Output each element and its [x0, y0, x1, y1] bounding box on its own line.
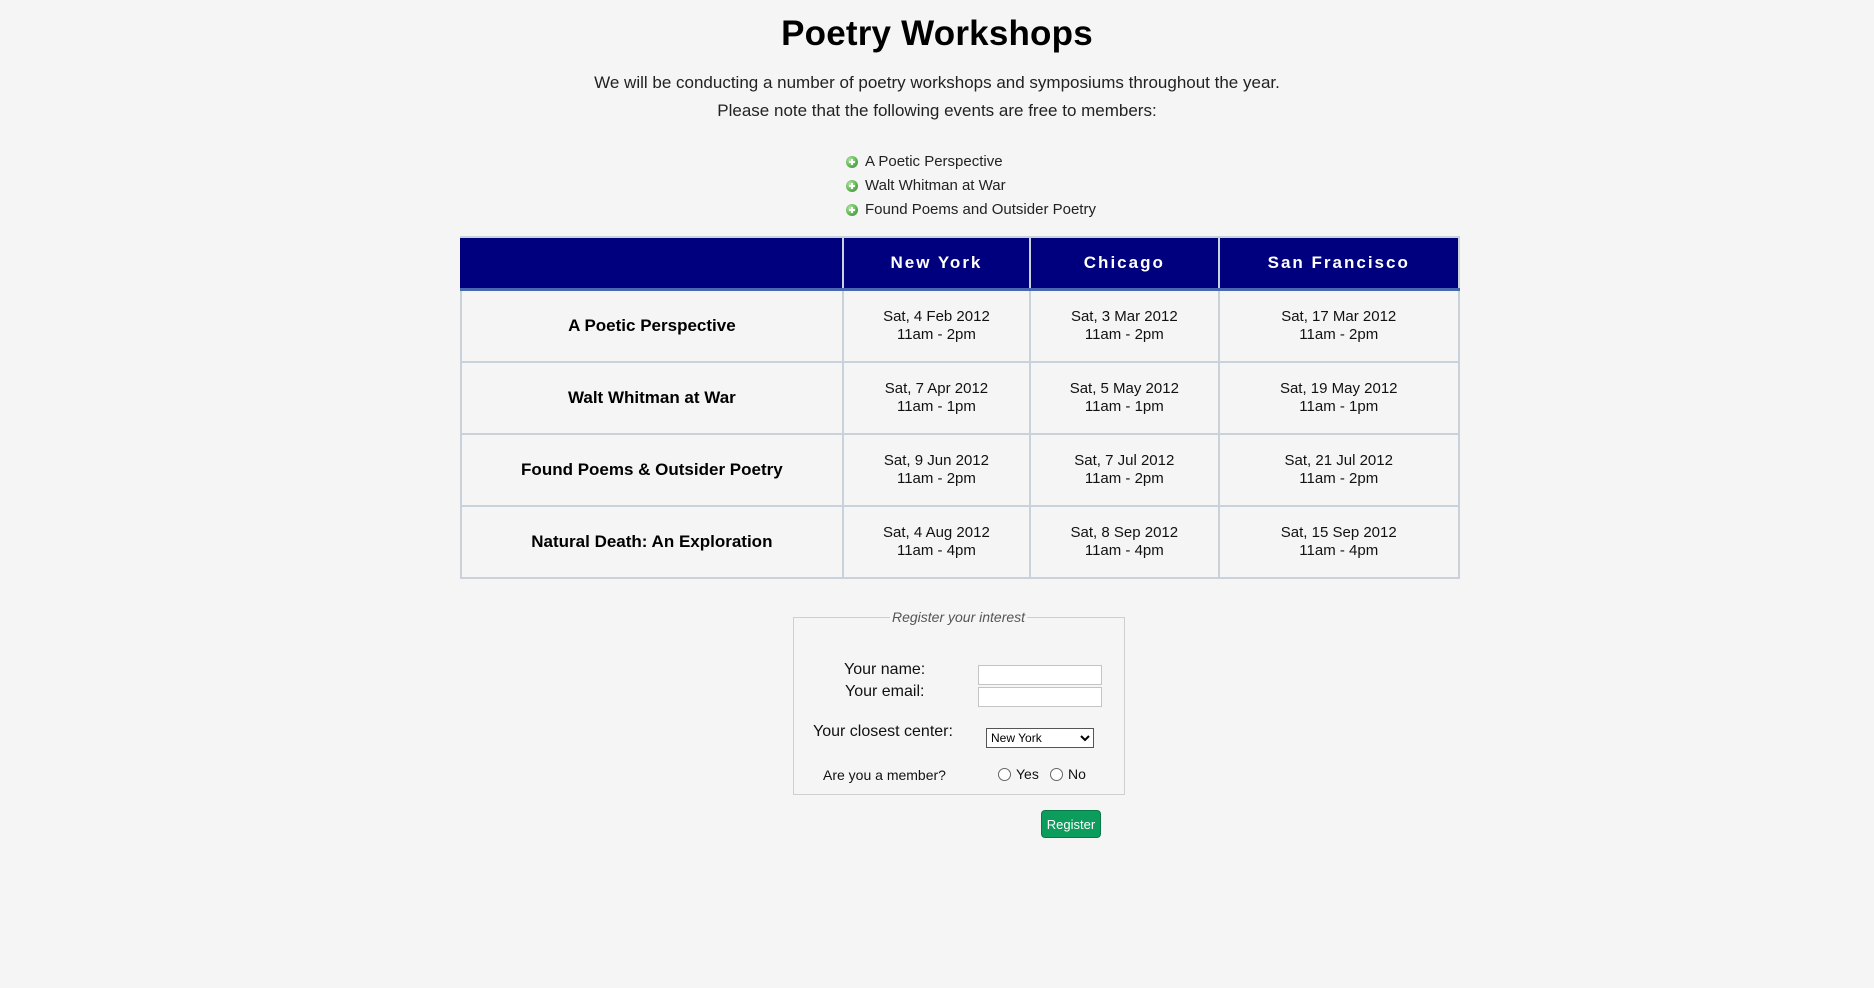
session-date: Sat, 5 May 2012 [1069, 380, 1179, 397]
table-row: Natural Death: An Exploration Sat, 4 Aug… [460, 505, 1460, 579]
session-time: 11am - 4pm [1084, 542, 1164, 559]
name-field[interactable] [978, 665, 1102, 685]
event-name-cell: Found Poems & Outsider Poetry [460, 433, 844, 507]
session-date: Sat, 9 Jun 2012 [883, 452, 989, 469]
free-events-list: A Poetic Perspective Walt Whitman at War… [846, 150, 1096, 222]
session-date: Sat, 4 Feb 2012 [883, 308, 990, 325]
center-label: Your closest center: [813, 723, 953, 740]
email-label: Your email: [845, 683, 925, 700]
header-san-francisco: San Francisco [1217, 236, 1460, 291]
event-name-cell: A Poetic Perspective [460, 288, 844, 363]
session-time: 11am - 1pm [1084, 398, 1164, 415]
green-plus-bullet-icon [846, 204, 858, 216]
session-time: 11am - 4pm [896, 542, 976, 559]
list-item: A Poetic Perspective [846, 150, 1096, 174]
event-name-cell: Walt Whitman at War [460, 361, 844, 435]
page: Poetry Workshops We will be conducting a… [0, 0, 1874, 988]
session-cell-chicago: Sat, 5 May 2012 11am - 1pm [1029, 361, 1220, 435]
session-date: Sat, 17 Mar 2012 [1281, 308, 1397, 325]
session-cell-chicago: Sat, 3 Mar 2012 11am - 2pm [1029, 288, 1220, 363]
page-title: Poetry Workshops [781, 14, 1093, 53]
green-plus-bullet-icon [846, 156, 858, 168]
header-chicago: Chicago [1029, 236, 1220, 291]
session-date: Sat, 4 Aug 2012 [883, 524, 990, 541]
table-header-row: New York Chicago San Francisco [460, 236, 1460, 291]
session-cell-new-york: Sat, 7 Apr 2012 11am - 1pm [841, 361, 1032, 435]
member-label: Are you a member? [823, 767, 946, 783]
table-row: A Poetic Perspective Sat, 4 Feb 2012 11am… [460, 288, 1460, 363]
session-cell-new-york: Sat, 4 Feb 2012 11am - 2pm [841, 288, 1032, 363]
session-cell-san-francisco: Sat, 21 Jul 2012 11am - 2pm [1217, 433, 1460, 507]
session-time: 11am - 4pm [1299, 542, 1379, 559]
session-cell-new-york: Sat, 4 Aug 2012 11am - 4pm [841, 505, 1032, 579]
session-cell-new-york: Sat, 9 Jun 2012 11am - 2pm [841, 433, 1032, 507]
member-no-label: No [1068, 766, 1086, 782]
list-item: Walt Whitman at War [846, 174, 1096, 198]
table-row: Walt Whitman at War Sat, 7 Apr 2012 11am … [460, 361, 1460, 435]
session-time: 11am - 1pm [896, 398, 976, 415]
workshop-schedule-table: New York Chicago San Francisco A Poetic … [460, 236, 1460, 579]
session-time: 11am - 2pm [896, 470, 976, 487]
free-event-label: Walt Whitman at War [865, 177, 1006, 194]
member-yes-label: Yes [1016, 766, 1039, 782]
session-time: 11am - 2pm [1299, 470, 1379, 487]
session-time: 11am - 2pm [1299, 326, 1379, 343]
session-date: Sat, 7 Apr 2012 [884, 380, 989, 397]
free-event-label: Found Poems and Outsider Poetry [865, 201, 1096, 218]
session-cell-chicago: Sat, 7 Jul 2012 11am - 2pm [1029, 433, 1220, 507]
member-no-option[interactable]: No [1050, 766, 1086, 782]
list-item: Found Poems and Outsider Poetry [846, 198, 1096, 222]
center-select[interactable]: New York [986, 728, 1094, 748]
session-date: Sat, 3 Mar 2012 [1070, 308, 1178, 325]
session-cell-san-francisco: Sat, 15 Sep 2012 11am - 4pm [1217, 505, 1460, 579]
session-time: 11am - 2pm [1084, 470, 1164, 487]
session-cell-san-francisco: Sat, 19 May 2012 11am - 1pm [1217, 361, 1460, 435]
session-time: 11am - 2pm [896, 326, 976, 343]
register-interest-fieldset: Register your interest Your name: Your e… [793, 609, 1125, 795]
fieldset-legend: Register your interest [892, 609, 1026, 625]
header-new-york: New York [841, 236, 1032, 291]
session-time: 11am - 1pm [1299, 398, 1379, 415]
member-yes-radio[interactable] [998, 767, 1011, 781]
name-label: Your name: [844, 661, 926, 678]
intro-text-line-2: Please note that the following events ar… [717, 101, 1157, 120]
session-date: Sat, 7 Jul 2012 [1074, 452, 1175, 469]
header-corner-cell [460, 236, 844, 291]
green-plus-bullet-icon [846, 180, 858, 192]
session-cell-chicago: Sat, 8 Sep 2012 11am - 4pm [1029, 505, 1220, 579]
free-event-label: A Poetic Perspective [865, 153, 1003, 170]
session-date: Sat, 15 Sep 2012 [1280, 524, 1397, 541]
table-row: Found Poems & Outsider Poetry Sat, 9 Jun… [460, 433, 1460, 507]
session-date: Sat, 21 Jul 2012 [1284, 452, 1393, 469]
email-field[interactable] [978, 687, 1102, 707]
member-no-radio[interactable] [1050, 767, 1063, 781]
session-cell-san-francisco: Sat, 17 Mar 2012 11am - 2pm [1217, 288, 1460, 363]
session-date: Sat, 19 May 2012 [1279, 380, 1398, 397]
session-date: Sat, 8 Sep 2012 [1070, 524, 1179, 541]
session-time: 11am - 2pm [1084, 326, 1164, 343]
intro-text-line-1: We will be conducting a number of poetry… [594, 73, 1280, 92]
register-button[interactable]: Register [1041, 810, 1101, 838]
event-name-cell: Natural Death: An Exploration [460, 505, 844, 579]
member-yes-option[interactable]: Yes [998, 766, 1039, 782]
